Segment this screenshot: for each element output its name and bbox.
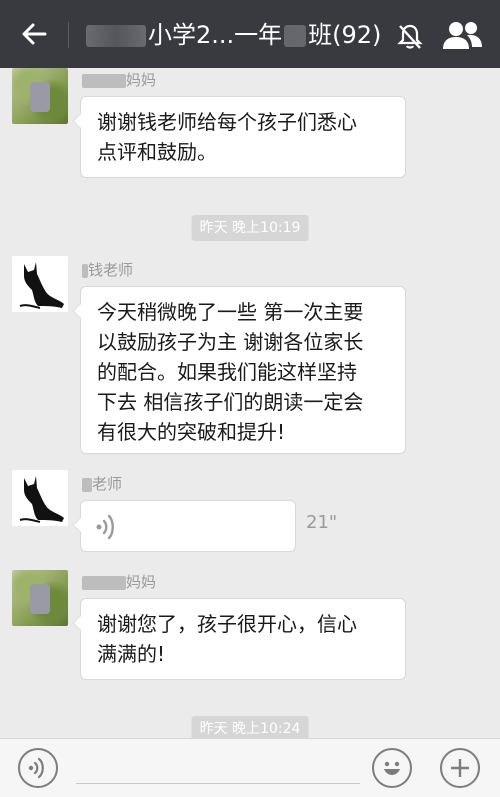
message-text-line: 的配合。如果我们能这样坚持 (97, 360, 357, 384)
chat-title: 小学2...一年 班(92) (86, 18, 386, 52)
group-members-icon (443, 22, 482, 49)
message-bubble[interactable]: 今天稍微晚了一些 第一次主要 以鼓励孩子为主 谢谢各位家长 的配合。如果我们能这… (73, 286, 406, 454)
message-bubble[interactable]: 谢谢钱老师给每个孩子们悉心 点评和鼓励。 (73, 96, 406, 178)
group-members-button[interactable] (438, 16, 488, 56)
back-button[interactable] (12, 14, 56, 54)
blurred-name (82, 73, 126, 88)
avatar[interactable] (12, 68, 68, 124)
blurred-face (30, 82, 50, 112)
blurred-face (30, 584, 50, 614)
sender-name: 老师 (82, 474, 122, 494)
message-text-line: 下去 相信孩子们的朗读一定会 (97, 390, 364, 414)
avatar[interactable] (12, 570, 68, 626)
sender-name: 妈妈 (82, 70, 156, 90)
blurred-title-part (86, 25, 146, 47)
more-actions-button[interactable] (440, 748, 480, 788)
voice-wave-icon (96, 514, 114, 540)
header-divider (68, 22, 69, 48)
avatar[interactable] (12, 470, 68, 526)
chat-title-count: 班(92) (308, 21, 382, 49)
sender-name-text: 妈妈 (126, 71, 157, 89)
sender-name-text: 老师 (92, 475, 123, 493)
voice-input-button[interactable] (18, 748, 58, 788)
chat-header: 小学2...一年 班(92) (0, 0, 500, 68)
mute-button[interactable] (392, 18, 428, 54)
sender-name: 妈妈 (82, 572, 156, 592)
voice-message-bubble[interactable] (73, 500, 296, 552)
back-arrow-icon (22, 23, 47, 45)
sender-name-text: 钱老师 (88, 261, 134, 279)
emoji-button[interactable] (372, 748, 412, 788)
message-text-line: 谢谢您了，孩子很开心，信心 (97, 612, 357, 636)
message-text-line: 谢谢钱老师给每个孩子们悉心 (97, 110, 357, 134)
blurred-title-part (284, 25, 307, 47)
cat-avatar-icon (19, 262, 64, 309)
message-bubble[interactable]: 谢谢您了，孩子很开心，信心 满满的! (73, 598, 406, 680)
message-text-line: 有很大的突破和提升! (97, 420, 286, 444)
plus-icon (451, 759, 469, 777)
message-text-line: 满满的! (97, 642, 166, 666)
timestamp: 昨天 晚上10:19 (191, 215, 309, 241)
message-text-line: 以鼓励孩子为主 谢谢各位家长 (97, 330, 364, 354)
input-underline (76, 783, 360, 784)
input-bar (0, 738, 500, 797)
voice-duration: 21" (306, 512, 338, 533)
chat-title-text: 小学2...一年 (148, 21, 283, 49)
message-text-line: 点评和鼓励。 (97, 140, 217, 164)
message-input[interactable] (76, 749, 360, 783)
blurred-name (82, 575, 126, 590)
sender-name: 钱老师 (82, 260, 133, 280)
mute-bell-icon (397, 24, 423, 49)
voice-wave-icon (28, 757, 44, 779)
cat-avatar-icon (19, 476, 64, 523)
sender-name-text: 妈妈 (126, 573, 157, 591)
message-text-line: 今天稍微晚了一些 第一次主要 (97, 300, 364, 324)
blurred-name (82, 477, 92, 492)
smiley-face-icon (384, 761, 400, 775)
avatar[interactable] (12, 256, 68, 312)
